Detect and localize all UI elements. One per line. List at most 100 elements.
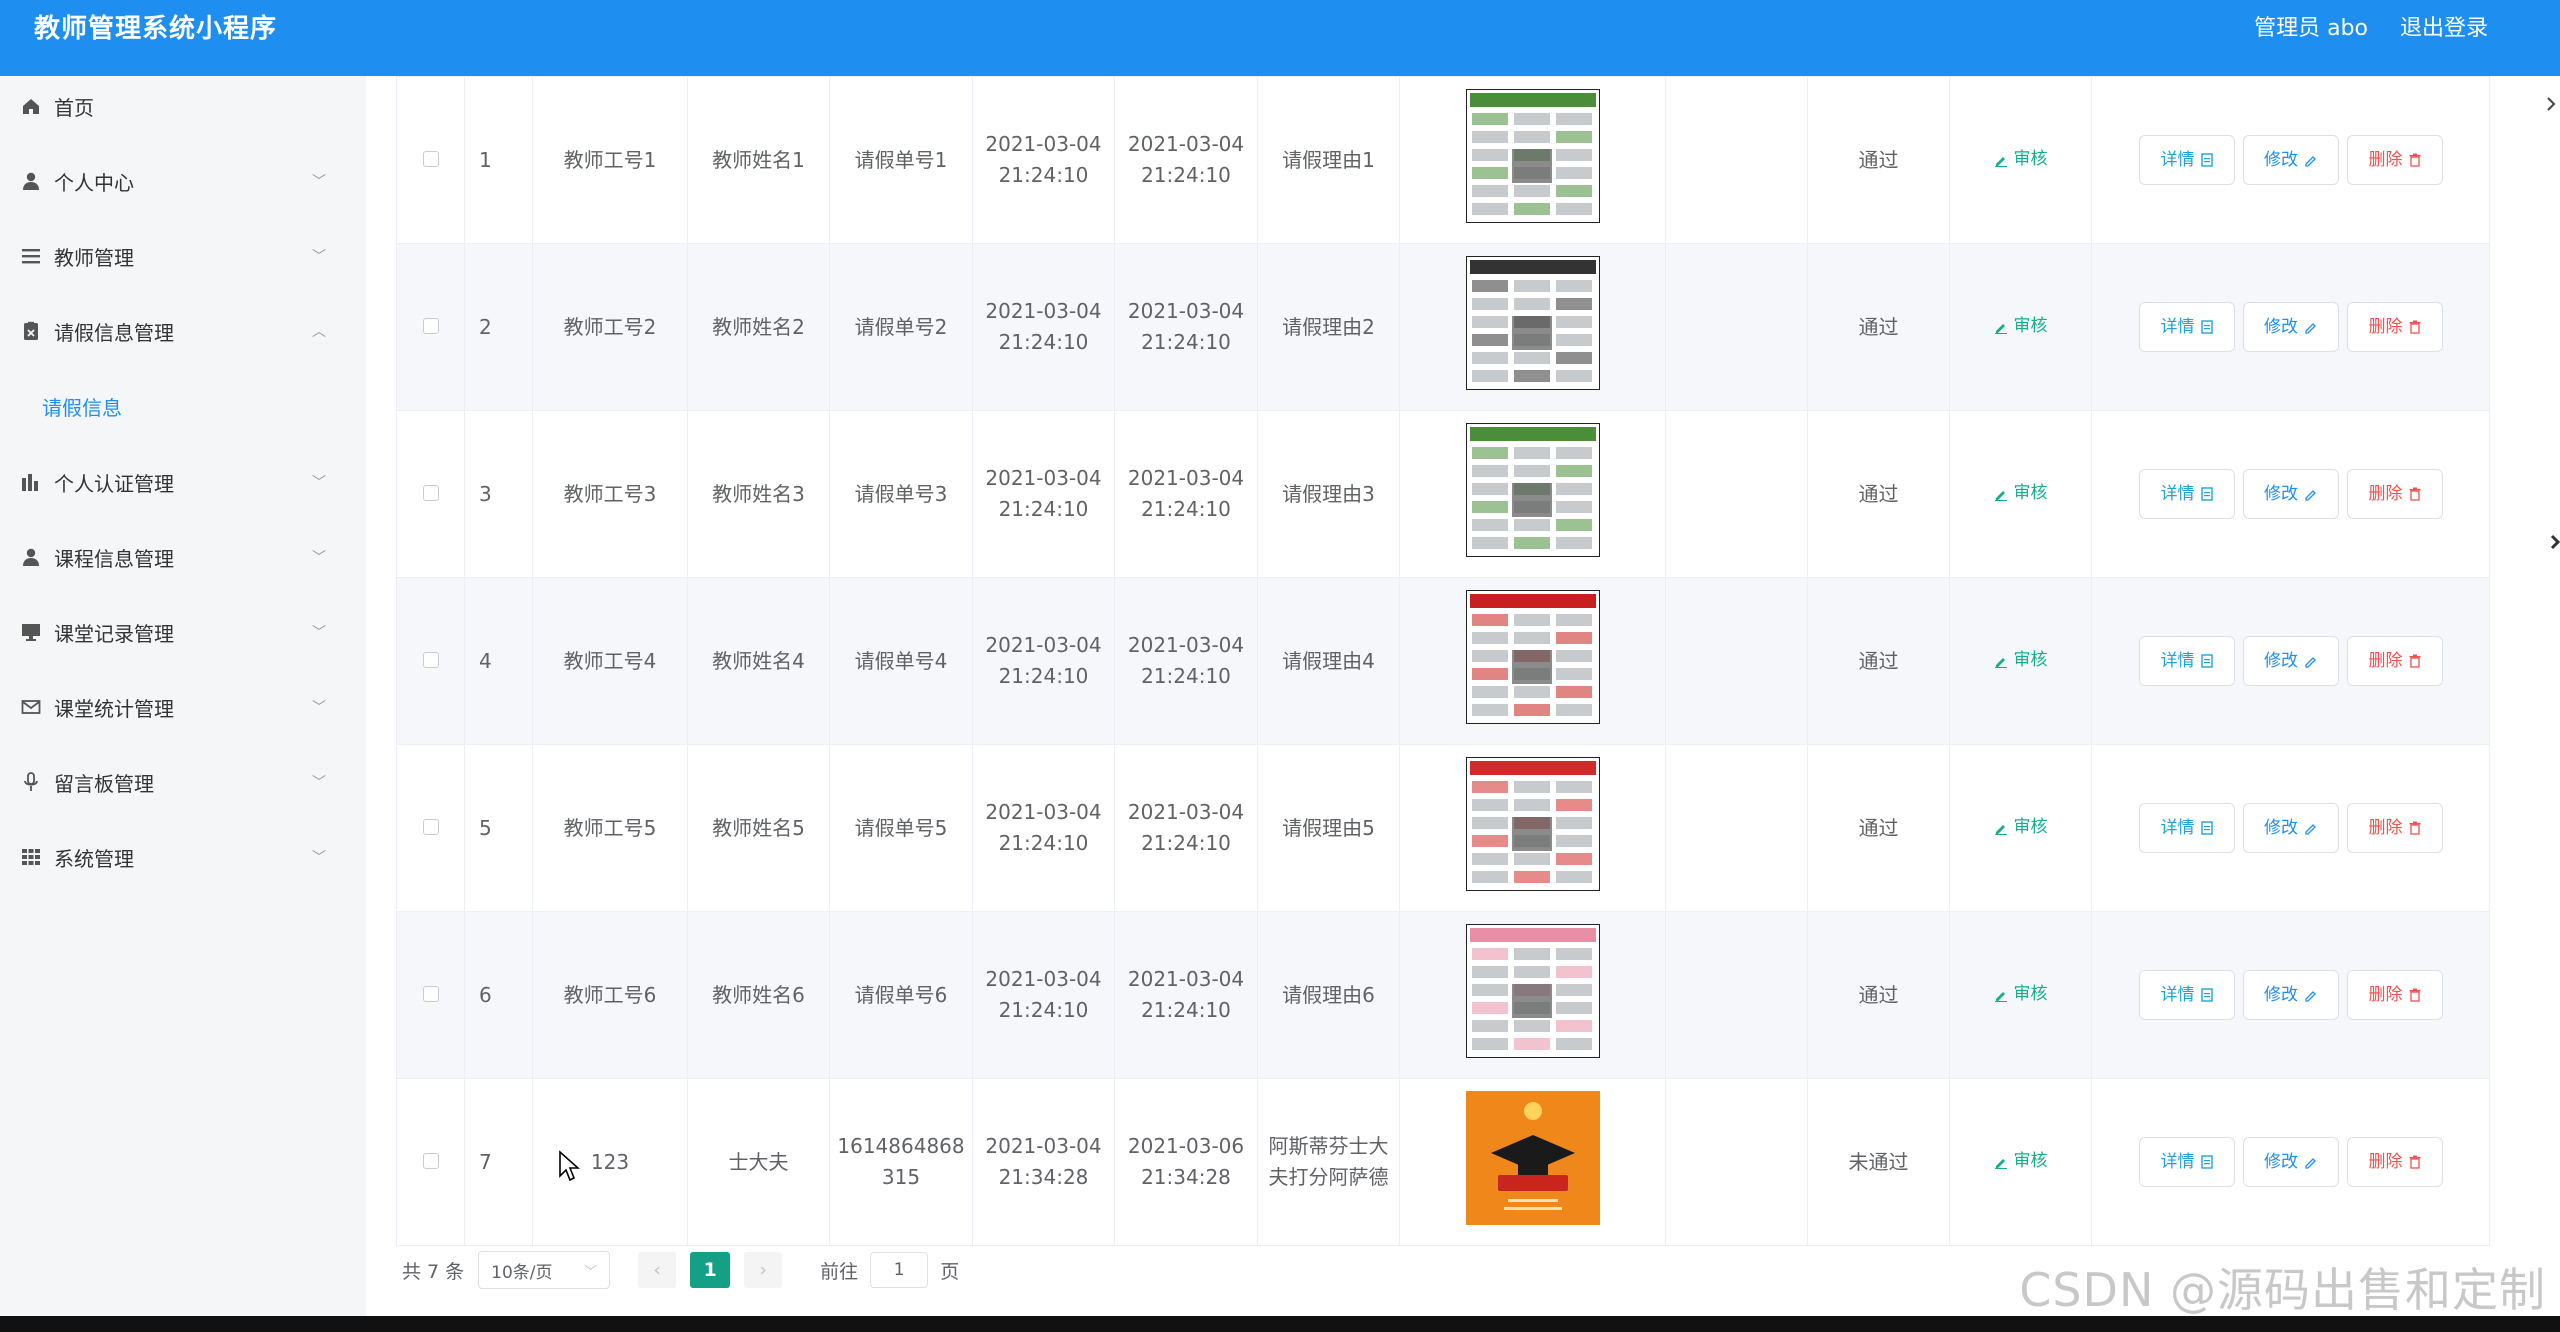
audit-cell: 审核 [1949, 243, 2092, 411]
actions-cell: 详情 修改 删除 [2091, 911, 2490, 1079]
audit-button[interactable]: 审核 [1994, 478, 2048, 509]
end-clock: 21:34:28 [1141, 1165, 1231, 1189]
chevron-left-icon: ‹ [653, 1259, 661, 1281]
sidebar-item-label: 课堂统计管理 [54, 696, 174, 721]
edit-button[interactable]: 修改 [2242, 803, 2339, 853]
goto-page-input[interactable] [870, 1252, 929, 1288]
chevron-up-icon: ︿ [312, 324, 326, 340]
page-size-select[interactable]: 10条/页 ﹀ [478, 1251, 611, 1289]
edit-icon [2305, 1158, 2316, 1169]
goto-prefix: 前往 [820, 1260, 859, 1283]
end-date: 2021-03-04 [1127, 466, 1245, 490]
detail-button[interactable]: 详情 [2138, 803, 2235, 853]
empty-cell [1665, 744, 1808, 912]
leave-image-thumbnail [1465, 422, 1600, 557]
leave-image-thumbnail [1465, 1090, 1600, 1225]
start-time-cell: 2021-03-04 21:24:10 [972, 744, 1115, 912]
delete-button[interactable]: 删除 [2346, 636, 2443, 686]
pencil-icon [1994, 156, 2007, 167]
edit-button[interactable]: 修改 [2242, 1137, 2339, 1187]
audit-button[interactable]: 审核 [1994, 645, 2048, 676]
table-row: 3 教师工号3 教师姓名3 请假单号3 2021-03-04 21:24:10 2021-0… [396, 410, 2490, 578]
empty-cell [1665, 243, 1808, 411]
audit-button[interactable]: 审核 [1994, 1146, 2048, 1177]
admin-user-label: 管理员 abo [2254, 16, 2368, 41]
sidebar-subitem-leave-info[interactable]: 请假信息 [42, 392, 122, 421]
end-time-cell: 2021-03-04 21:24:10 [1114, 577, 1258, 745]
page-number-current[interactable]: 1 [690, 1252, 731, 1288]
edit-button[interactable]: 修改 [2242, 135, 2339, 185]
delete-button[interactable]: 删除 [2346, 302, 2443, 352]
detail-button[interactable]: 详情 [2138, 135, 2235, 185]
logout-link[interactable]: 退出登录 [2400, 10, 2488, 42]
detail-button[interactable]: 详情 [2138, 636, 2235, 686]
sidebar-item-course[interactable]: 课程信息管理 ﹀ [0, 527, 366, 587]
row-checkbox[interactable] [422, 484, 439, 501]
start-clock: 21:24:10 [998, 163, 1089, 187]
sidebar-item-class-record[interactable]: 课堂记录管理 ﹀ [0, 602, 366, 662]
row-checkbox[interactable] [422, 150, 439, 167]
teacher-id-cell: 教师工号3 [532, 410, 688, 578]
sidebar-item-label: 课程信息管理 [54, 546, 174, 571]
row-checkbox[interactable] [422, 651, 439, 668]
start-clock: 21:24:10 [998, 330, 1089, 354]
mail-icon [20, 696, 42, 718]
sidebar-item-certification[interactable]: 个人认证管理 ﹀ [0, 452, 366, 512]
image-cell [1399, 911, 1666, 1079]
audit-button[interactable]: 审核 [1994, 144, 2048, 175]
next-page-button[interactable]: › [744, 1252, 783, 1288]
end-time-cell: 2021-03-04 21:24:10 [1114, 744, 1258, 912]
edit-button[interactable]: 修改 [2242, 970, 2339, 1020]
pencil-icon [1994, 824, 2007, 835]
index-cell: 6 [464, 911, 533, 1079]
row-checkbox[interactable] [422, 985, 439, 1002]
document-icon [2200, 988, 2213, 1002]
sidebar-item-class-stats[interactable]: 课堂统计管理 ﹀ [0, 677, 366, 737]
row-checkbox[interactable] [422, 317, 439, 334]
edit-button[interactable]: 修改 [2242, 636, 2339, 686]
table-row: 4 教师工号4 教师姓名4 请假单号4 2021-03-04 21:24:10 2021-0… [396, 577, 2490, 745]
delete-button[interactable]: 删除 [2346, 1137, 2443, 1187]
end-date: 2021-03-04 [1127, 633, 1245, 657]
leave-image-thumbnail [1465, 255, 1600, 390]
sidebar-item-message-board[interactable]: 留言板管理 ﹀ [0, 752, 366, 812]
audit-button[interactable]: 审核 [1994, 311, 2048, 342]
delete-button[interactable]: 删除 [2346, 135, 2443, 185]
detail-button[interactable]: 详情 [2138, 302, 2235, 352]
end-date: 2021-03-04 [1127, 800, 1245, 824]
detail-button[interactable]: 详情 [2138, 970, 2235, 1020]
edit-button[interactable]: 修改 [2242, 302, 2339, 352]
detail-button[interactable]: 详情 [2138, 1137, 2235, 1187]
end-clock: 21:24:10 [1141, 998, 1231, 1022]
sidebar-item-label: 系统管理 [54, 846, 134, 871]
row-checkbox[interactable] [422, 818, 439, 835]
audit-cell: 审核 [1949, 744, 2092, 912]
delete-button[interactable]: 删除 [2346, 803, 2443, 853]
pencil-icon [1994, 323, 2007, 334]
audit-button[interactable]: 审核 [1994, 979, 2048, 1010]
delete-button[interactable]: 删除 [2346, 970, 2443, 1020]
image-cell [1399, 243, 1666, 411]
sidebar-item-system[interactable]: 系统管理 ﹀ [0, 827, 366, 887]
leave-image-thumbnail [1465, 756, 1600, 891]
edit-button[interactable]: 修改 [2242, 469, 2339, 519]
sidebar-item-teacher[interactable]: 教师管理 ﹀ [0, 226, 366, 286]
status-cell: 通过 [1807, 76, 1950, 244]
teacher-name-cell: 教师姓名6 [687, 911, 830, 1079]
sidebar-item-leave[interactable]: 请假信息管理 ︿ [0, 301, 366, 361]
pencil-icon [1994, 1158, 2007, 1169]
monitor-icon [20, 621, 42, 643]
bar-chart-icon [20, 471, 42, 493]
table-row: 5 教师工号5 教师姓名5 请假单号5 2021-03-04 21:24:10 2021-0… [396, 744, 2490, 912]
row-checkbox[interactable] [422, 1152, 439, 1169]
sidebar-item-home[interactable]: 首页 [0, 76, 366, 136]
detail-button[interactable]: 详情 [2138, 469, 2235, 519]
delete-button[interactable]: 删除 [2346, 469, 2443, 519]
start-date: 2021-03-04 [985, 1134, 1102, 1158]
select-cell [396, 911, 465, 1079]
audit-button[interactable]: 审核 [1994, 812, 2048, 843]
actions-cell: 详情 修改 删除 [2091, 243, 2490, 411]
prev-page-button[interactable]: ‹ [638, 1252, 677, 1288]
sidebar-item-personal-center[interactable]: 个人中心 ﹀ [0, 151, 366, 211]
leave-image-thumbnail [1465, 923, 1600, 1058]
